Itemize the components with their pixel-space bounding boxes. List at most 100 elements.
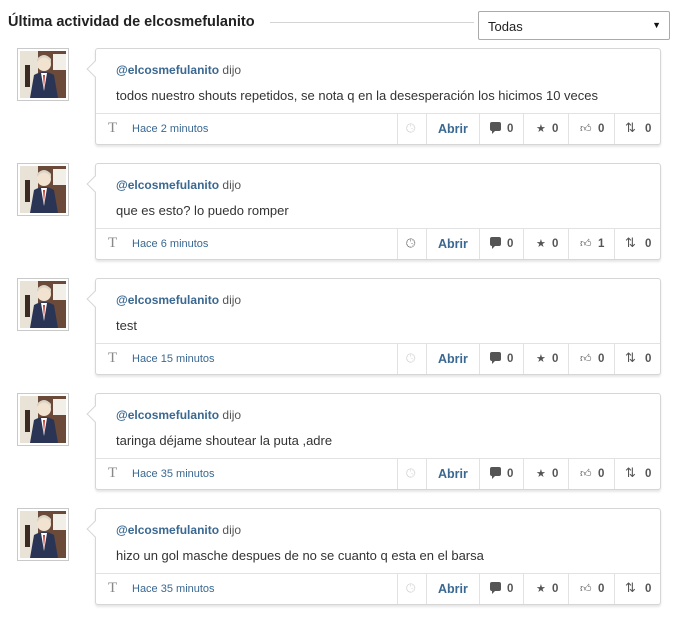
reshare-icon: ⇅ — [625, 120, 636, 135]
avatar[interactable] — [17, 48, 69, 101]
reshares-count: 0 — [645, 123, 652, 135]
author-line: @elcosmefulanito dijo — [116, 293, 241, 307]
card-pointer — [86, 290, 104, 308]
card-pointer — [86, 60, 104, 78]
open-button[interactable]: Abrir — [426, 574, 479, 604]
text-type-icon: T — [108, 465, 118, 481]
comments-count: 0 — [507, 238, 514, 250]
shout-footer: T Hace 35 minutos 🕓︎ Abrir 0 ★ 0 👍︎ 0 ⇅ … — [96, 458, 660, 489]
comments-button[interactable]: 0 — [479, 574, 523, 604]
like-button[interactable]: 👍︎ 0 — [568, 574, 614, 604]
said-label: dijo — [222, 293, 242, 307]
clock-icon: 🕓︎ — [406, 466, 416, 480]
comment-icon — [490, 467, 501, 479]
likes-count: 0 — [598, 123, 605, 135]
reshare-button[interactable]: ⇅ 0 — [614, 574, 662, 604]
shout-card: @elcosmefulanito dijo que es esto? lo pu… — [86, 163, 661, 260]
activity-filter-select[interactable]: Todas ▼ — [478, 11, 670, 40]
author-link[interactable]: @elcosmefulanito — [116, 293, 219, 307]
reshare-button[interactable]: ⇅ 0 — [614, 114, 662, 144]
clock-icon: 🕓︎ — [406, 351, 416, 365]
avatar[interactable] — [17, 508, 69, 561]
favorite-button[interactable]: ★ 0 — [523, 229, 568, 259]
comment-icon — [490, 352, 501, 364]
shout-footer: T Hace 2 minutos 🕓︎ Abrir 0 ★ 0 👍︎ 0 ⇅ 0 — [96, 113, 660, 144]
author-line: @elcosmefulanito dijo — [116, 178, 241, 192]
activity-item: @elcosmefulanito dijo taringa déjame sho… — [17, 393, 662, 493]
like-button[interactable]: 👍︎ 0 — [568, 344, 614, 374]
shout-time-link[interactable]: Hace 6 minutos — [132, 238, 208, 250]
avatar-image — [20, 281, 66, 328]
reshare-icon: ⇅ — [625, 580, 636, 595]
favorite-button[interactable]: ★ 0 — [523, 114, 568, 144]
activity-item: @elcosmefulanito dijo hizo un gol masche… — [17, 508, 662, 608]
header-divider — [270, 22, 474, 23]
like-button[interactable]: 👍︎ 1 — [568, 229, 614, 259]
page-title: Última actividad de elcosmefulanito — [8, 14, 255, 30]
author-line: @elcosmefulanito dijo — [116, 63, 241, 77]
reshare-icon: ⇅ — [625, 350, 636, 365]
shout-footer: T Hace 6 minutos 🕓︎ Abrir 0 ★ 0 👍︎ 1 ⇅ 0 — [96, 228, 660, 259]
clock-cell[interactable]: 🕓︎ — [397, 459, 426, 489]
author-link[interactable]: @elcosmefulanito — [116, 178, 219, 192]
shout-time-link[interactable]: Hace 2 minutos — [132, 123, 208, 135]
likes-count: 0 — [598, 468, 605, 480]
reshares-count: 0 — [645, 583, 652, 595]
reshare-button[interactable]: ⇅ 0 — [614, 344, 662, 374]
author-link[interactable]: @elcosmefulanito — [116, 408, 219, 422]
shout-card: @elcosmefulanito dijo taringa déjame sho… — [86, 393, 661, 490]
comments-button[interactable]: 0 — [479, 344, 523, 374]
favorites-count: 0 — [552, 238, 559, 250]
favorite-button[interactable]: ★ 0 — [523, 459, 568, 489]
shout-time-link[interactable]: Hace 35 minutos — [132, 468, 215, 480]
like-button[interactable]: 👍︎ 0 — [568, 459, 614, 489]
thumbs-up-icon: 👍︎ — [580, 353, 592, 365]
clock-cell[interactable]: 🕓︎ — [397, 114, 426, 144]
activity-header: Última actividad de elcosmefulanito Toda… — [8, 0, 670, 46]
open-button[interactable]: Abrir — [426, 229, 479, 259]
comments-count: 0 — [507, 123, 514, 135]
avatar[interactable] — [17, 393, 69, 446]
shout-message: hizo un gol masche despues de no se cuan… — [116, 548, 484, 563]
comments-button[interactable]: 0 — [479, 114, 523, 144]
open-button-label: Abrir — [438, 582, 468, 596]
clock-cell[interactable]: 🕓︎ — [397, 344, 426, 374]
clock-cell[interactable]: 🕓︎ — [397, 229, 426, 259]
comments-button[interactable]: 0 — [479, 229, 523, 259]
thumbs-up-icon: 👍︎ — [580, 583, 592, 595]
favorite-button[interactable]: ★ 0 — [523, 574, 568, 604]
comments-count: 0 — [507, 353, 514, 365]
reshare-button[interactable]: ⇅ 0 — [614, 229, 662, 259]
clock-icon: 🕓︎ — [406, 236, 416, 250]
comments-button[interactable]: 0 — [479, 459, 523, 489]
text-type-icon: T — [108, 580, 118, 596]
shout-footer: T Hace 35 minutos 🕓︎ Abrir 0 ★ 0 👍︎ 0 ⇅ … — [96, 573, 660, 604]
avatar[interactable] — [17, 163, 69, 216]
reshare-button[interactable]: ⇅ 0 — [614, 459, 662, 489]
activity-item: @elcosmefulanito dijo todos nuestro shou… — [17, 48, 662, 148]
avatar[interactable] — [17, 278, 69, 331]
text-type-icon: T — [108, 235, 118, 251]
reshares-count: 0 — [645, 238, 652, 250]
like-button[interactable]: 👍︎ 0 — [568, 114, 614, 144]
author-link[interactable]: @elcosmefulanito — [116, 63, 219, 77]
favorite-button[interactable]: ★ 0 — [523, 344, 568, 374]
star-icon: ★ — [536, 123, 546, 135]
likes-count: 1 — [598, 238, 605, 250]
star-icon: ★ — [536, 238, 546, 250]
open-button[interactable]: Abrir — [426, 344, 479, 374]
clock-cell[interactable]: 🕓︎ — [397, 574, 426, 604]
avatar-image — [20, 166, 66, 213]
shout-card: @elcosmefulanito dijo test T Hace 15 min… — [86, 278, 662, 375]
author-link[interactable]: @elcosmefulanito — [116, 523, 219, 537]
thumbs-up-icon: 👍︎ — [580, 468, 592, 480]
filter-selected-value: Todas — [488, 19, 523, 34]
shout-time-link[interactable]: Hace 15 minutos — [132, 353, 215, 365]
likes-count: 0 — [598, 583, 605, 595]
open-button[interactable]: Abrir — [426, 459, 479, 489]
favorites-count: 0 — [552, 123, 559, 135]
shout-time-link[interactable]: Hace 35 minutos — [132, 583, 215, 595]
open-button[interactable]: Abrir — [426, 114, 479, 144]
said-label: dijo — [222, 63, 242, 77]
avatar-image — [20, 396, 66, 443]
